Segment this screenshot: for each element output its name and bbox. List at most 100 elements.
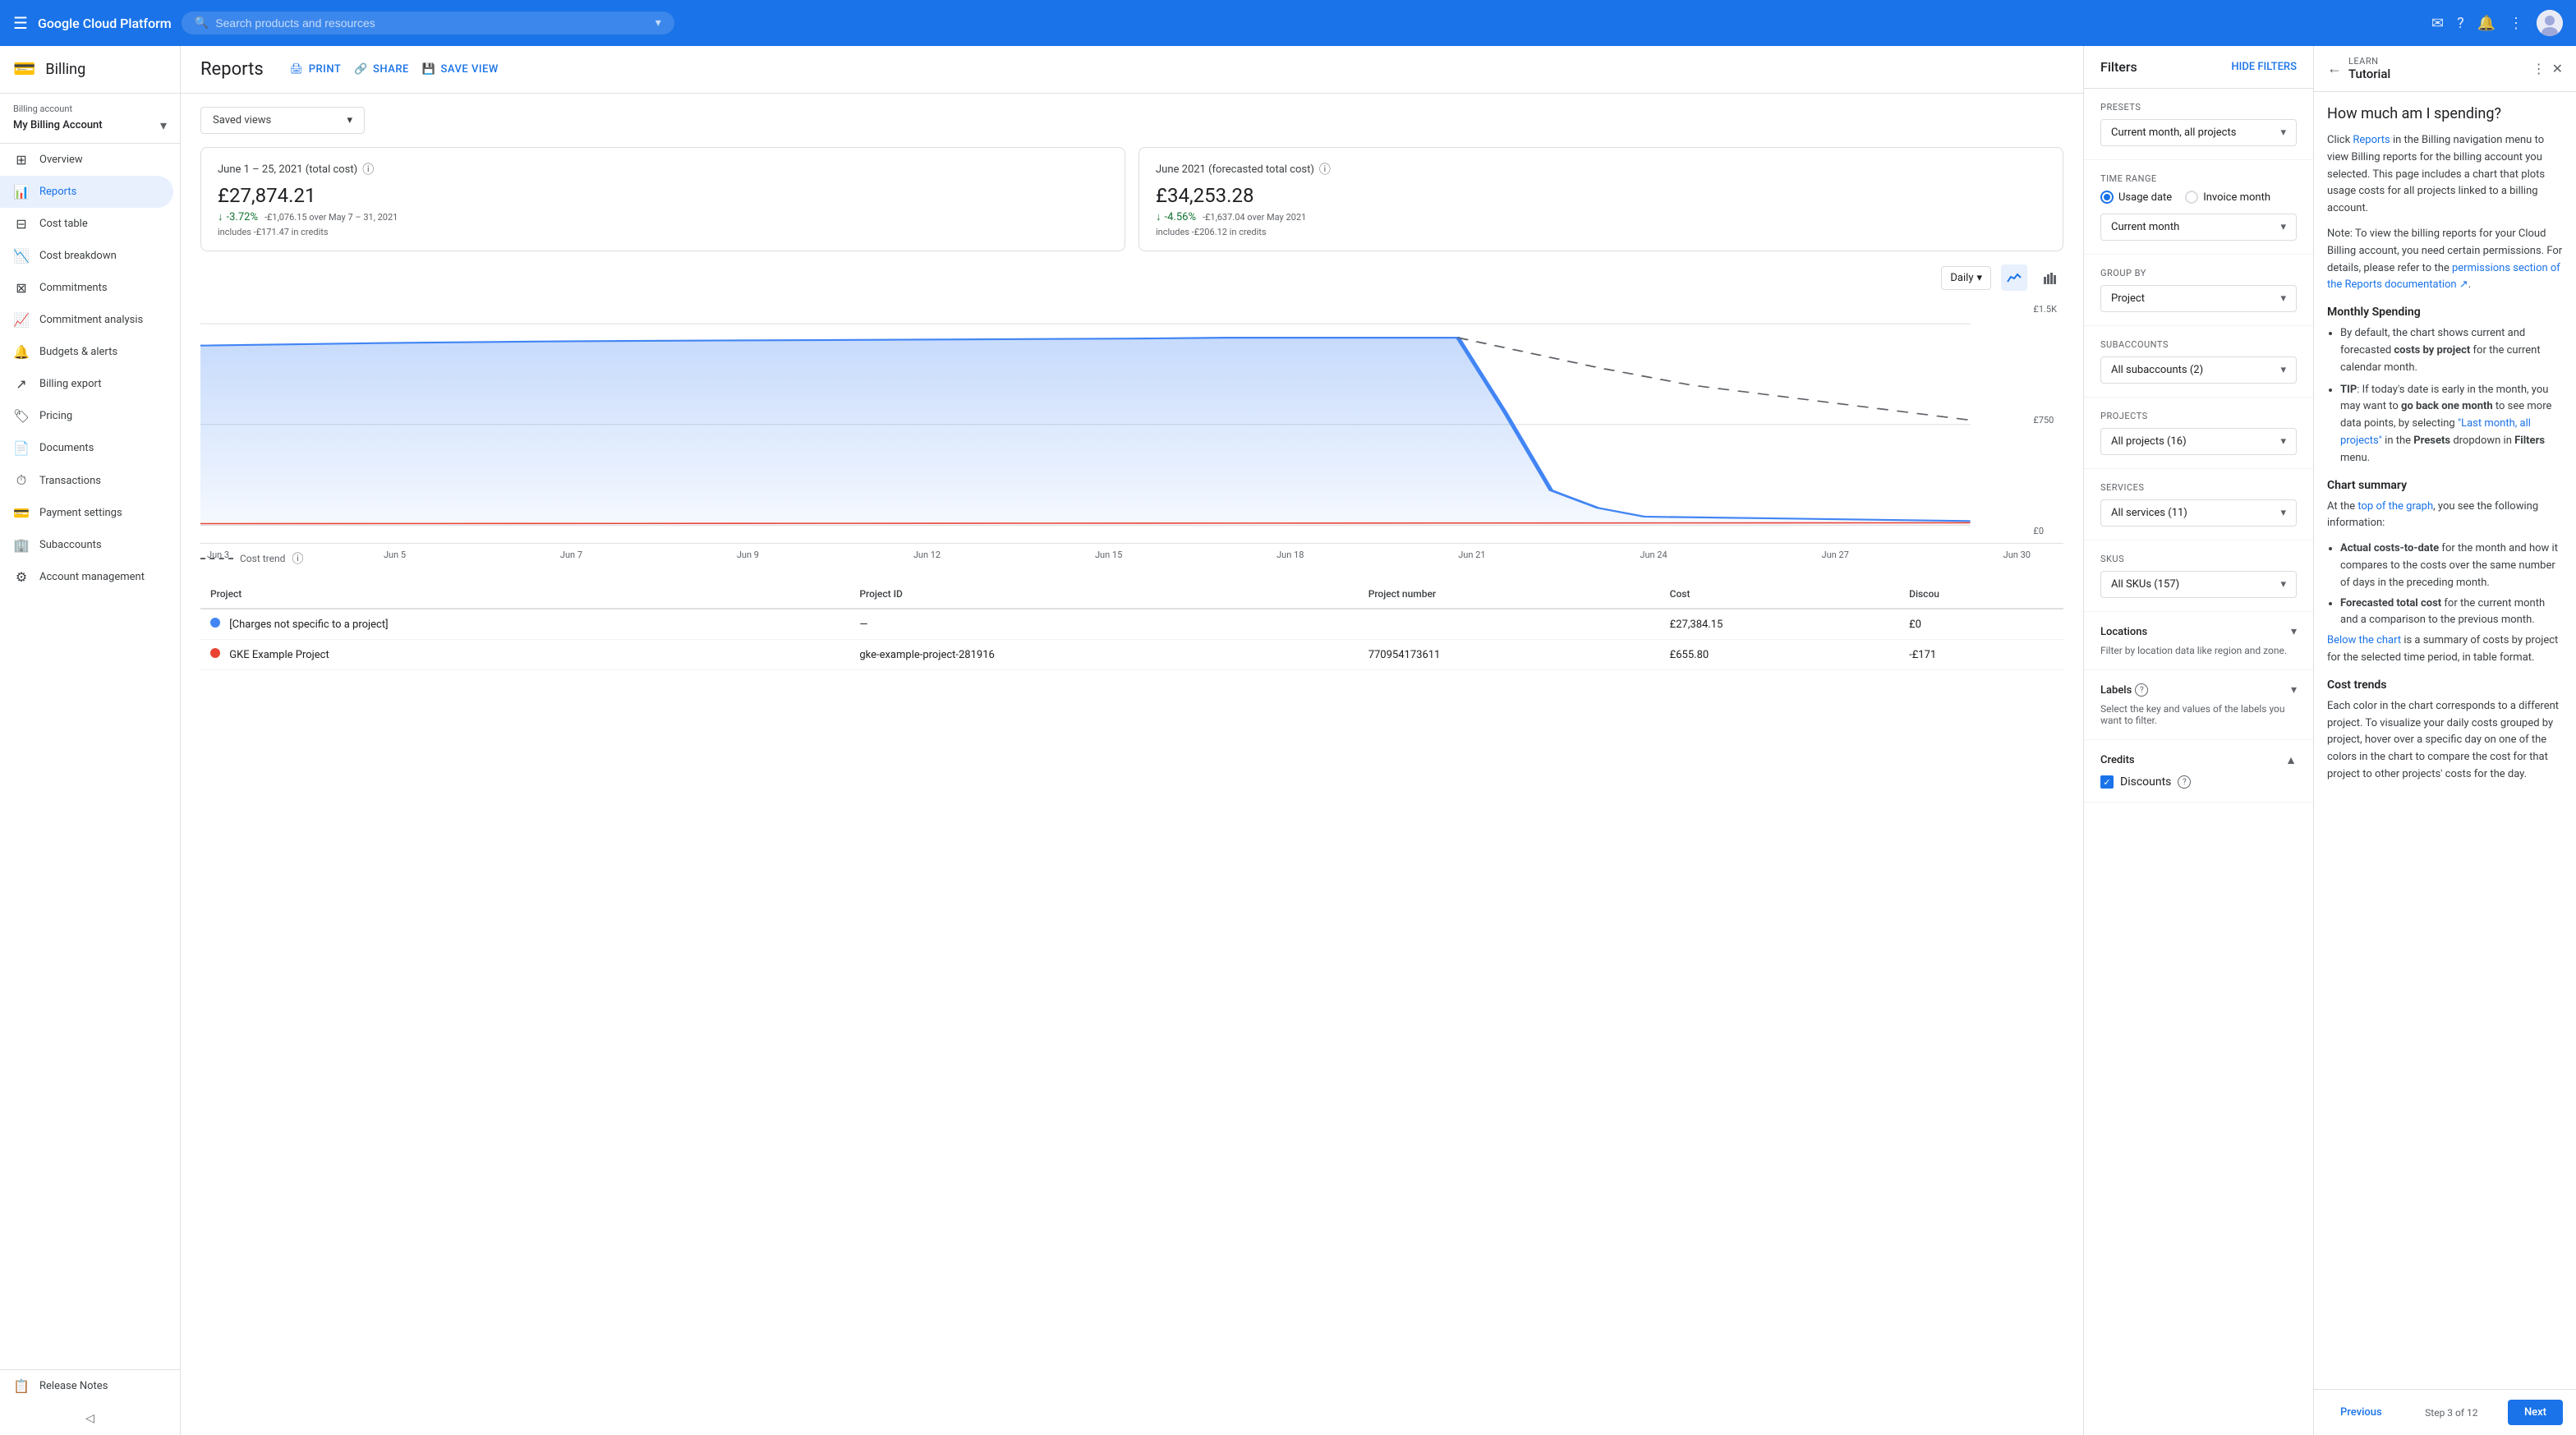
chart-summary-item-2: Forecasted total cost for the current mo… — [2340, 596, 2563, 630]
group-by-select[interactable]: Project ▾ — [2100, 285, 2297, 312]
labels-desc: Select the key and values of the labels … — [2100, 703, 2297, 726]
sidebar-item-commitment-analysis[interactable]: 📈Commitment analysis — [0, 304, 173, 336]
discounts-help-icon[interactable]: ? — [2178, 775, 2191, 789]
labels-header[interactable]: Labels ? ▾ — [2100, 683, 2297, 697]
sidebar-item-cost-breakdown[interactable]: 📉Cost breakdown — [0, 240, 173, 272]
summary-help-icon-2[interactable]: ⓘ — [1319, 161, 1331, 177]
chart-summary-list: Actual costs-to-date for the month and h… — [2327, 540, 2563, 629]
summary-period-1-label: June 1 – 25, 2021 (total cost) — [218, 163, 357, 176]
project-dot-1 — [210, 648, 220, 658]
tutorial-back-icon[interactable]: ← — [2327, 60, 2342, 77]
checkbox-check-icon: ✓ — [2103, 777, 2110, 788]
services-select[interactable]: All services (11) ▾ — [2100, 499, 2297, 527]
sidebar-item-account-management[interactable]: ⚙Account management — [0, 561, 173, 593]
next-button[interactable]: Next — [2508, 1400, 2563, 1425]
subaccounts-select[interactable]: All subaccounts (2) ▾ — [2100, 356, 2297, 384]
credits-title: Credits — [2100, 754, 2135, 766]
credits-header[interactable]: Credits ▲ — [2100, 753, 2297, 767]
nav-label-budgets-alerts: Budgets & alerts — [39, 346, 117, 358]
nav-label-cost-table: Cost table — [39, 218, 88, 230]
sidebar-item-overview[interactable]: ⊞Overview — [0, 144, 173, 176]
group-by-arrow-icon: ▾ — [2280, 292, 2286, 305]
tutorial-more-icon[interactable]: ⋮ — [2532, 61, 2546, 76]
projects-section: Projects All projects (16) ▾ — [2084, 398, 2313, 469]
summary-period-2: June 2021 (forecasted total cost) ⓘ — [1156, 161, 2046, 177]
cost-trends-title: Cost trends — [2327, 678, 2563, 692]
nav-icon-cost-table: ⊟ — [13, 216, 30, 232]
change-detail-2: -£1,637.04 over May 2021 — [1203, 212, 1306, 223]
chart-y-labels: £1.5K £750 £0 — [2033, 297, 2057, 543]
locations-header[interactable]: Locations ▾ — [2100, 625, 2297, 638]
current-month-select[interactable]: Current month ▾ — [2100, 214, 2297, 241]
tutorial-footer: Previous Step 3 of 12 Next — [2314, 1389, 2576, 1435]
chart-x-labels: Jun 3 Jun 5 Jun 7 Jun 9 Jun 12 Jun 15 Ju… — [200, 546, 2063, 563]
x-label-4: Jun 12 — [913, 550, 941, 560]
previous-button[interactable]: Previous — [2327, 1400, 2395, 1425]
sidebar-item-pricing[interactable]: 🏷Pricing — [0, 400, 173, 432]
summary-help-icon-1[interactable]: ⓘ — [362, 161, 374, 177]
summary-change-2: ↓ -4.56% -£1,637.04 over May 2021 — [1156, 210, 2046, 223]
bar-chart-button[interactable] — [2037, 264, 2063, 291]
locations-arrow-icon: ▾ — [2291, 625, 2297, 638]
billing-account-name: My Billing Account — [13, 119, 103, 131]
sidebar-item-payment-settings[interactable]: 💳Payment settings — [0, 497, 173, 529]
skus-value: All SKUs (157) — [2111, 578, 2179, 591]
print-button[interactable]: 🖨 PRINT — [290, 63, 342, 76]
sidebar-item-transactions[interactable]: ⏱Transactions — [0, 464, 173, 497]
invoice-month-radio[interactable]: Invoice month — [2185, 191, 2270, 204]
usage-date-label: Usage date — [2118, 191, 2172, 204]
expand-icon[interactable]: ▾ — [656, 16, 661, 30]
sidebar-bottom: 📋 Release Notes ◁ — [0, 1369, 180, 1435]
discounts-checkbox[interactable]: ✓ — [2100, 775, 2114, 789]
sidebar-item-subaccounts[interactable]: 🏢Subaccounts — [0, 529, 173, 561]
labels-help-icon[interactable]: ? — [2135, 683, 2148, 697]
sidebar-item-commitments[interactable]: ⊠Commitments — [0, 272, 173, 304]
sidebar-item-documents[interactable]: 📄Documents — [0, 432, 173, 464]
projects-arrow-icon: ▾ — [2280, 435, 2286, 448]
sidebar-item-release-notes[interactable]: 📋 Release Notes — [0, 1370, 173, 1402]
below-chart-link[interactable]: Below the chart — [2327, 634, 2401, 646]
avatar[interactable] — [2537, 10, 2563, 36]
sidebar-collapse-button[interactable]: ◁ — [0, 1402, 180, 1435]
project-name-0: [Charges not specific to a project] — [229, 619, 388, 631]
menu-icon[interactable]: ☰ — [13, 13, 28, 33]
granularity-select[interactable]: Daily ▾ — [1941, 266, 1991, 290]
billing-account-select[interactable]: My Billing Account ▾ — [13, 117, 167, 133]
nav-icon-transactions: ⏱ — [13, 472, 30, 489]
tutorial-main-title: How much am I spending? — [2327, 105, 2563, 122]
step-indicator: Step 3 of 12 — [2425, 1407, 2477, 1419]
sidebar-item-cost-table[interactable]: ⊟ Cost table — [0, 208, 173, 240]
summary-period-1: June 1 – 25, 2021 (total cost) ⓘ — [218, 161, 1108, 177]
credits-content: ✓ Discounts ? — [2100, 775, 2297, 789]
saved-views-button[interactable]: Saved views ▾ — [200, 107, 365, 134]
line-chart-button[interactable] — [2001, 264, 2027, 291]
tutorial-permissions-link[interactable]: permissions section of the Reports docum… — [2327, 262, 2560, 292]
services-section: Services All services (11) ▾ — [2084, 469, 2313, 540]
sidebar-item-billing-export[interactable]: ↗Billing export — [0, 368, 173, 400]
tutorial-close-icon[interactable]: ✕ — [2552, 61, 2563, 76]
hide-filters-button[interactable]: HIDE FILTERS — [2231, 61, 2297, 73]
saved-views-arrow-icon: ▾ — [347, 114, 352, 126]
main-layout: 💳 Billing Billing account My Billing Acc… — [0, 46, 2576, 1435]
sidebar-item-budgets-alerts[interactable]: 🔔Budgets & alerts — [0, 336, 173, 368]
more-icon[interactable]: ⋮ — [2509, 15, 2523, 32]
tutorial-reports-link[interactable]: Reports — [2353, 134, 2390, 146]
mail-icon[interactable]: ✉ — [2431, 15, 2444, 32]
current-month-value: Current month — [2111, 221, 2179, 233]
search-input[interactable] — [215, 16, 646, 30]
top-of-graph-link[interactable]: top of the graph — [2358, 500, 2433, 513]
presets-select[interactable]: Current month, all projects ▾ — [2100, 119, 2297, 146]
share-button[interactable]: 🔗 SHARE — [354, 63, 409, 76]
help-icon[interactable]: ? — [2457, 15, 2464, 32]
cell-project-1: GKE Example Project — [200, 640, 849, 670]
tutorial-header-text: LEARN Tutorial — [2348, 56, 2526, 81]
reports-title: Reports — [200, 59, 264, 80]
notifications-icon[interactable]: 🔔 — [2477, 15, 2496, 32]
usage-date-radio[interactable]: Usage date — [2100, 191, 2172, 204]
save-view-button[interactable]: 💾 SAVE VIEW — [422, 63, 499, 76]
chart-summary-title: Chart summary — [2327, 479, 2563, 492]
projects-select[interactable]: All projects (16) ▾ — [2100, 428, 2297, 455]
skus-select[interactable]: All SKUs (157) ▾ — [2100, 571, 2297, 598]
skus-arrow-icon: ▾ — [2280, 578, 2286, 591]
sidebar-item-reports[interactable]: 📊Reports — [0, 176, 173, 208]
